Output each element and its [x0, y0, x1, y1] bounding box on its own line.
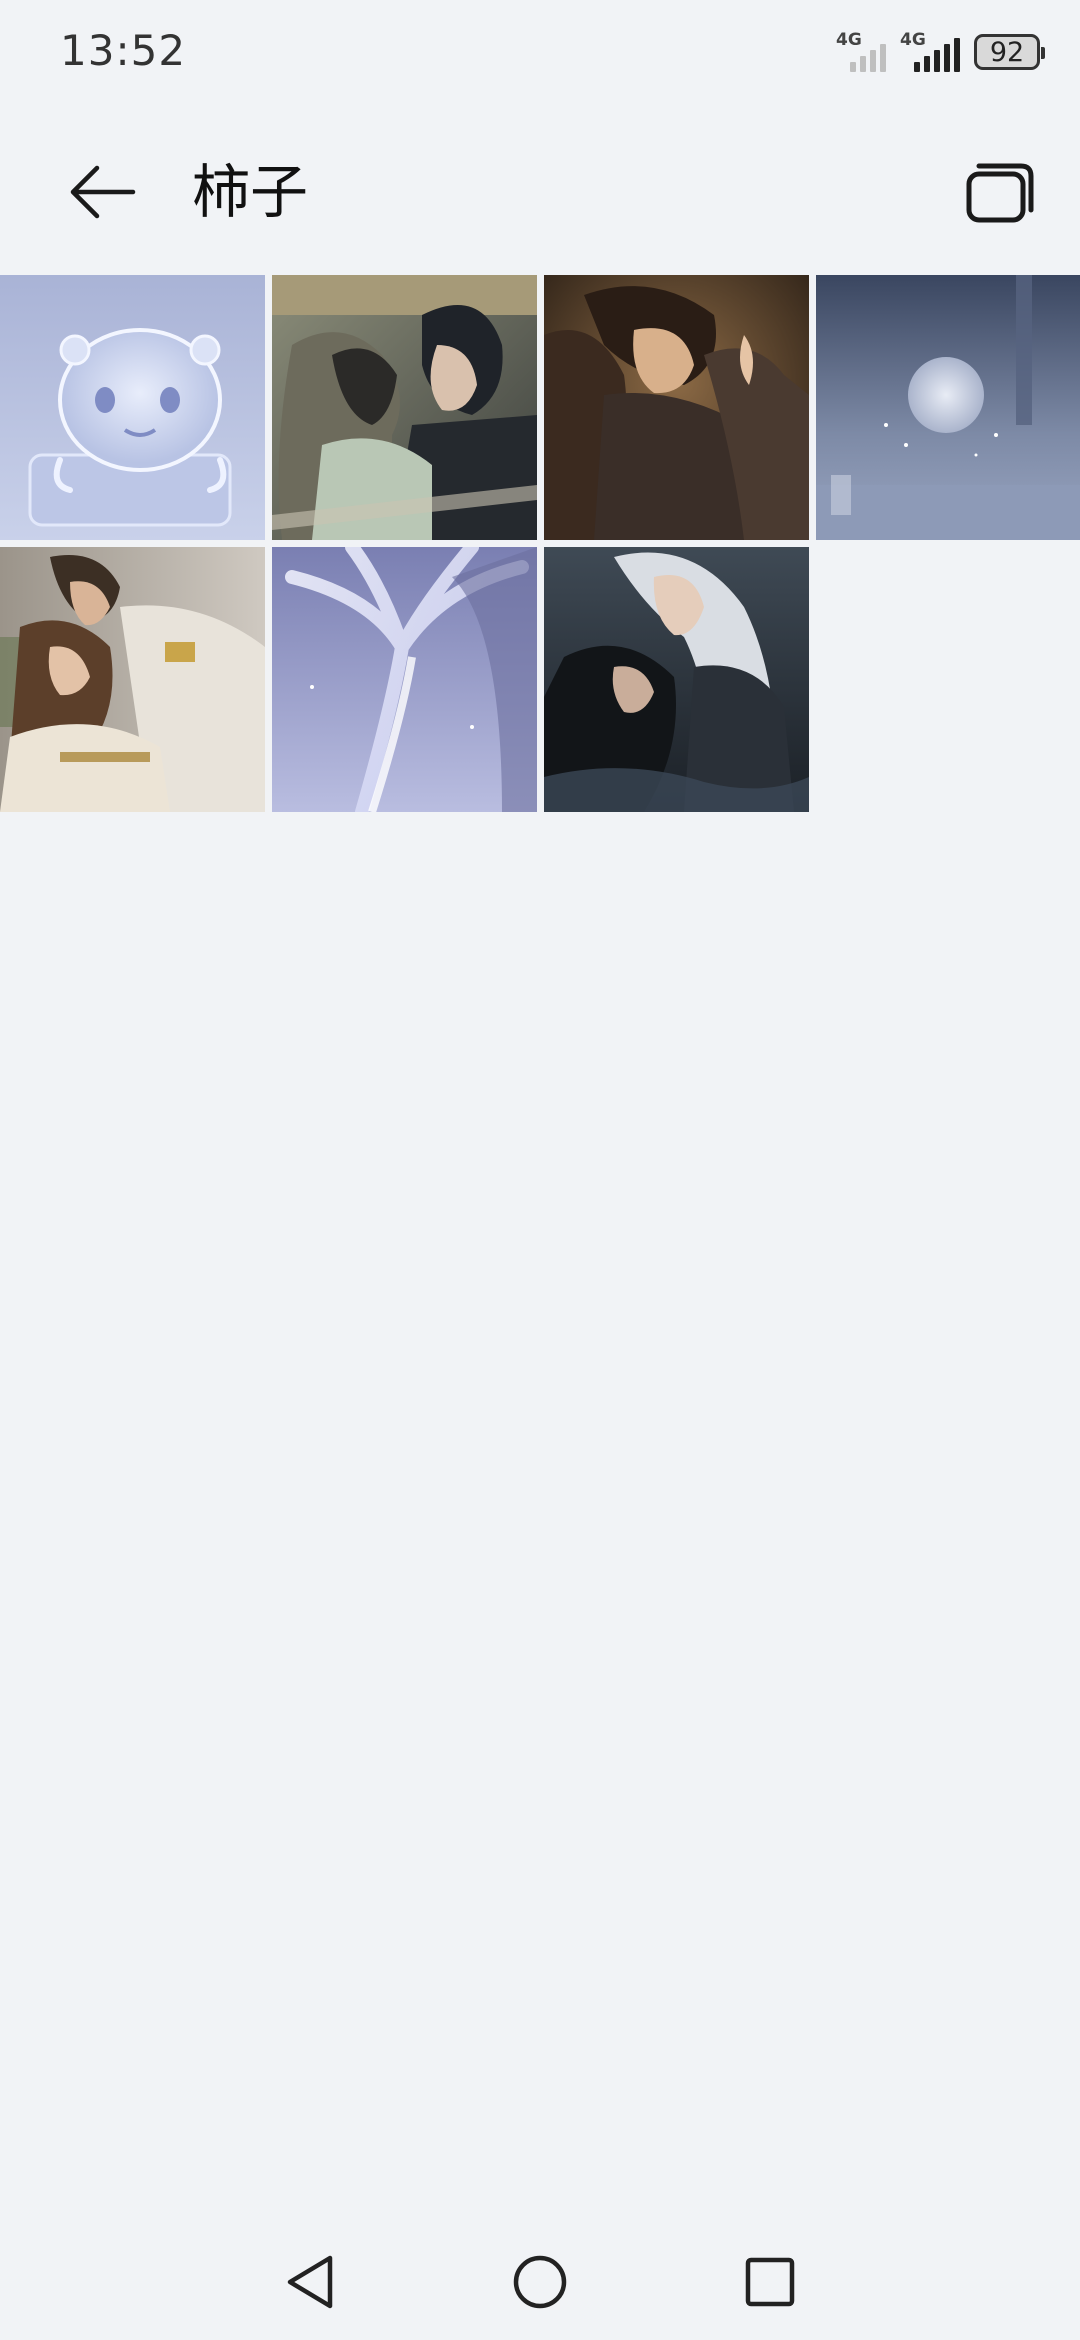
couple-dark-water-image — [544, 547, 809, 812]
back-button[interactable] — [62, 152, 142, 232]
photo-6[interactable] — [272, 547, 537, 812]
photo-grid — [0, 275, 1080, 812]
battery-icon: 92 — [974, 34, 1045, 70]
couple-white-coat-image — [0, 547, 265, 812]
page-title: 柿子 — [192, 158, 309, 226]
multi-window-icon — [966, 163, 1034, 223]
photo-7[interactable] — [544, 547, 809, 812]
nav-back-button[interactable] — [270, 2242, 350, 2322]
arrow-left-icon — [70, 165, 136, 219]
status-time: 13:52 — [60, 26, 187, 75]
photo-5[interactable] — [0, 547, 265, 812]
couple-embrace-image — [544, 275, 809, 540]
status-indicators: 4G 4G 92 — [836, 30, 1045, 74]
signal-icon-sim2: 4G — [900, 30, 960, 72]
navigation-bar — [0, 2220, 1080, 2340]
jelly-bear-image — [0, 275, 265, 540]
multi-window-button[interactable] — [960, 152, 1040, 232]
battery-level: 92 — [989, 36, 1025, 68]
triangle-back-icon — [287, 2255, 333, 2309]
photo-2[interactable] — [272, 275, 537, 540]
status-bar: 13:52 4G 4G 92 — [0, 0, 1080, 105]
square-recents-icon — [745, 2257, 795, 2307]
couple-kiss-image — [272, 275, 537, 540]
moon-fog-image — [816, 275, 1080, 540]
app-header: 柿子 — [0, 130, 1080, 250]
photo-3[interactable] — [544, 275, 809, 540]
network-type-sim1: 4G — [836, 30, 862, 50]
photo-4[interactable] — [816, 275, 1080, 540]
photo-1[interactable] — [0, 275, 265, 540]
network-type-sim2: 4G — [900, 30, 926, 50]
nav-home-button[interactable] — [500, 2242, 580, 2322]
circle-home-icon — [513, 2255, 567, 2309]
light-tree-image — [272, 547, 537, 812]
screen: 13:52 4G 4G 92 柿子 — [0, 0, 1080, 2340]
signal-icon-sim1: 4G — [836, 30, 886, 72]
nav-recents-button[interactable] — [730, 2242, 810, 2322]
